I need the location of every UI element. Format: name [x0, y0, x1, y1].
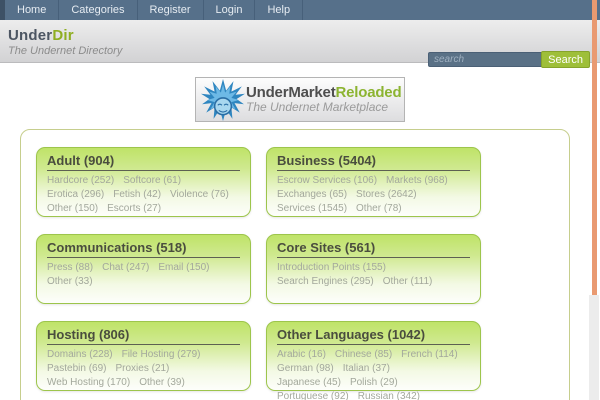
category-link[interactable]: Japanese (45)	[277, 376, 341, 390]
nav-item-register[interactable]: Register	[138, 0, 204, 20]
banner-text: UnderMarketReloaded The Undernet Marketp…	[246, 85, 401, 114]
category-link[interactable]: Polish (29)	[350, 376, 398, 390]
category-link[interactable]: Chat (247)	[102, 261, 149, 275]
category-link[interactable]: Portuguese (92)	[277, 390, 349, 400]
category-title[interactable]: Other Languages (1042)	[277, 327, 470, 345]
banner-subtitle: The Undernet Marketplace	[246, 101, 401, 114]
category-box: Hosting (806) Domains (228) File Hosting (…	[36, 321, 251, 391]
category-title[interactable]: Hosting (806)	[47, 327, 240, 345]
category-link[interactable]: Escrow Services (106)	[277, 174, 377, 188]
category-link[interactable]: Introduction Points (155)	[277, 261, 386, 275]
spiky-character-icon	[201, 78, 245, 122]
category-box: Communications (518) Press (88) Chat (247)…	[36, 234, 251, 304]
category-link[interactable]: Pastebin (69)	[47, 362, 106, 376]
category-links: Escrow Services (106) Markets (968) Exchan…	[277, 174, 470, 216]
category-box: Other Languages (1042) Arabic (16) Chinese…	[266, 321, 481, 391]
category-grid: Adult (904) Hardcore (252) Softcore (61) Er…	[36, 147, 569, 391]
category-link[interactable]: Escorts (27)	[107, 202, 161, 216]
site-logo-accent: Dir	[52, 27, 73, 44]
nav-item-login[interactable]: Login	[204, 0, 256, 20]
category-box: Business (5404) Escrow Services (106) Mark…	[266, 147, 481, 217]
category-links: Press (88) Chat (247) Email (150) Other (33…	[47, 261, 240, 289]
category-link[interactable]: Violence (76)	[170, 188, 229, 202]
category-link[interactable]: Proxies (21)	[115, 362, 169, 376]
category-box: Adult (904) Hardcore (252) Softcore (61) Er…	[36, 147, 251, 217]
category-link[interactable]: Other (111)	[383, 275, 433, 289]
category-link[interactable]: Italian (37)	[343, 362, 390, 376]
category-link[interactable]: Russian (342)	[358, 390, 420, 400]
category-link[interactable]: Stores (2642)	[356, 188, 417, 202]
search-input[interactable]	[428, 52, 543, 67]
category-link[interactable]: Search Engines (295)	[277, 275, 374, 289]
nav-item-categories[interactable]: Categories	[59, 0, 137, 20]
category-link[interactable]: Chinese (85)	[335, 348, 392, 362]
category-title[interactable]: Communications (518)	[47, 240, 240, 258]
category-link[interactable]: Other (33)	[47, 275, 93, 289]
category-links: Arabic (16) Chinese (85) French (114) Germa…	[277, 348, 470, 400]
category-link[interactable]: Services (1545)	[277, 202, 347, 216]
scrollbar-thumb[interactable]	[592, 0, 597, 295]
category-title[interactable]: Adult (904)	[47, 153, 240, 171]
category-link[interactable]: Markets (968)	[386, 174, 448, 188]
category-link[interactable]: Other (150)	[47, 202, 98, 216]
banner-title: UnderMarketReloaded	[246, 85, 401, 101]
undermarket-banner[interactable]: UnderMarketReloaded The Undernet Marketp…	[195, 77, 405, 122]
category-box: Core Sites (561) Introduction Points (155…	[266, 234, 481, 304]
category-link[interactable]: Press (88)	[47, 261, 93, 275]
site-logo[interactable]: UnderDir	[8, 27, 74, 44]
category-links: Introduction Points (155)Search Engines …	[277, 261, 470, 289]
category-link[interactable]: Erotica (296)	[47, 188, 104, 202]
nav-bar: HomeCategoriesRegisterLoginHelp	[0, 0, 600, 20]
category-link[interactable]: Softcore (61)	[123, 174, 181, 188]
category-links: Hardcore (252) Softcore (61) Erotica (296)…	[47, 174, 240, 216]
site-logo-primary: Under	[8, 27, 52, 44]
category-link[interactable]: Email (150)	[158, 261, 209, 275]
scrollbar-track[interactable]	[589, 295, 599, 400]
category-title[interactable]: Core Sites (561)	[277, 240, 470, 258]
category-title[interactable]: Business (5404)	[277, 153, 470, 171]
category-link[interactable]: File Hosting (279)	[122, 348, 201, 362]
category-link[interactable]: Arabic (16)	[277, 348, 326, 362]
category-link[interactable]: Other (39)	[139, 376, 185, 390]
site-tagline: The Undernet Directory	[8, 45, 122, 57]
banner-title-primary: UnderMarket	[246, 84, 336, 101]
category-link[interactable]: German (98)	[277, 362, 334, 376]
category-links: Domains (228) File Hosting (279) Pastebin …	[47, 348, 240, 390]
category-link[interactable]: Fetish (42)	[113, 188, 161, 202]
category-link[interactable]: Hardcore (252)	[47, 174, 114, 188]
site-header: UnderDir The Undernet Directory Search	[0, 20, 600, 63]
nav-item-help[interactable]: Help	[255, 0, 303, 20]
category-link[interactable]: Other (78)	[356, 202, 402, 216]
category-link[interactable]: Exchanges (65)	[277, 188, 347, 202]
category-link[interactable]: Web Hosting (170)	[47, 376, 130, 390]
nav-item-home[interactable]: Home	[0, 0, 59, 20]
banner-title-accent: Reloaded	[336, 84, 402, 101]
category-link[interactable]: French (114)	[401, 348, 458, 362]
directory-panel: Adult (904) Hardcore (252) Softcore (61) Er…	[20, 129, 570, 400]
search-button[interactable]: Search	[541, 51, 590, 68]
category-link[interactable]: Domains (228)	[47, 348, 113, 362]
